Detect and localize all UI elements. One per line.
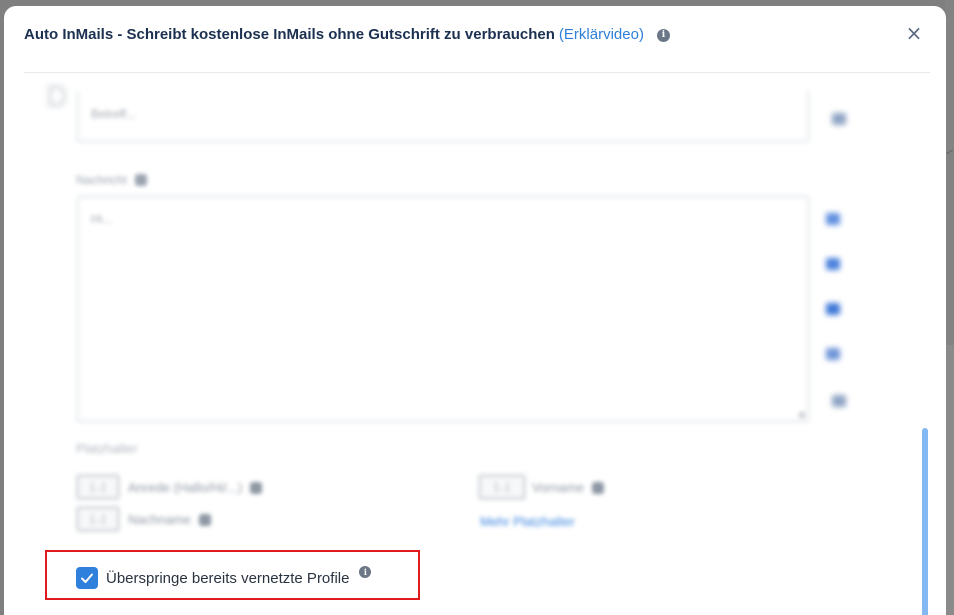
info-icon-salutation[interactable]	[250, 481, 263, 494]
scrollbar-thumb[interactable]	[922, 428, 928, 615]
subject-input[interactable]: Betreff...	[76, 91, 810, 143]
resize-grip-icon[interactable]	[799, 412, 805, 418]
modal-title-text: Auto InMails - Schreibt kostenlose InMai…	[24, 26, 555, 43]
message-textarea[interactable]: Hi...	[76, 195, 810, 423]
info-icon-firstname[interactable]	[592, 481, 605, 494]
list-icon[interactable]	[826, 348, 840, 360]
emoji-icon-2[interactable]	[832, 395, 846, 407]
placeholder-text-lastname: Nachname	[128, 512, 191, 527]
placeholder-text-firstname: Vorname	[532, 480, 585, 495]
placeholder-label-firstname: Vorname	[532, 480, 605, 495]
info-icon[interactable]: i	[656, 28, 670, 42]
info-icon-lastname[interactable]	[198, 513, 211, 526]
emoji-icon[interactable]	[832, 113, 846, 125]
background-band	[945, 345, 954, 615]
placeholder-chip-lastname[interactable]: [...]	[76, 506, 120, 532]
close-button[interactable]: ×	[904, 23, 924, 43]
placeholders-label: Platzhalter	[76, 441, 138, 456]
modal-title: Auto InMails - Schreibt kostenlose InMai…	[24, 26, 670, 43]
explainer-video-link[interactable]: (Erklärvideo)	[559, 26, 644, 43]
underline-icon[interactable]	[826, 303, 840, 315]
bold-icon[interactable]	[826, 213, 840, 225]
document-icon	[48, 85, 66, 107]
auto-inmails-modal: Auto InMails - Schreibt kostenlose InMai…	[4, 6, 946, 615]
message-value: Hi...	[91, 212, 113, 226]
message-label-text: Nachricht	[76, 173, 127, 187]
modal-header: Auto InMails - Schreibt kostenlose InMai…	[4, 6, 946, 70]
highlight-annotation	[45, 550, 420, 600]
settings-icon[interactable]	[134, 174, 147, 186]
placeholder-label-lastname: Nachname	[128, 512, 211, 527]
more-placeholders-link[interactable]: Mehr Platzhalter	[480, 514, 575, 529]
background-strip: /	[945, 0, 954, 615]
subject-value: Betreff...	[91, 107, 137, 121]
placeholder-chip-salutation[interactable]: [...]	[76, 474, 120, 500]
placeholder-text-salutation: Anrede (Hallo/Hi/...)	[128, 480, 243, 495]
scrollbar[interactable]	[922, 428, 928, 615]
modal-body: Betreff... Nachricht Hi... Platzhalter […	[4, 73, 946, 615]
message-label: Nachricht	[76, 173, 147, 187]
placeholder-label-salutation: Anrede (Hallo/Hi/...)	[128, 480, 263, 495]
placeholder-chip-firstname[interactable]: [...]	[478, 474, 526, 500]
italic-icon[interactable]	[826, 258, 840, 270]
